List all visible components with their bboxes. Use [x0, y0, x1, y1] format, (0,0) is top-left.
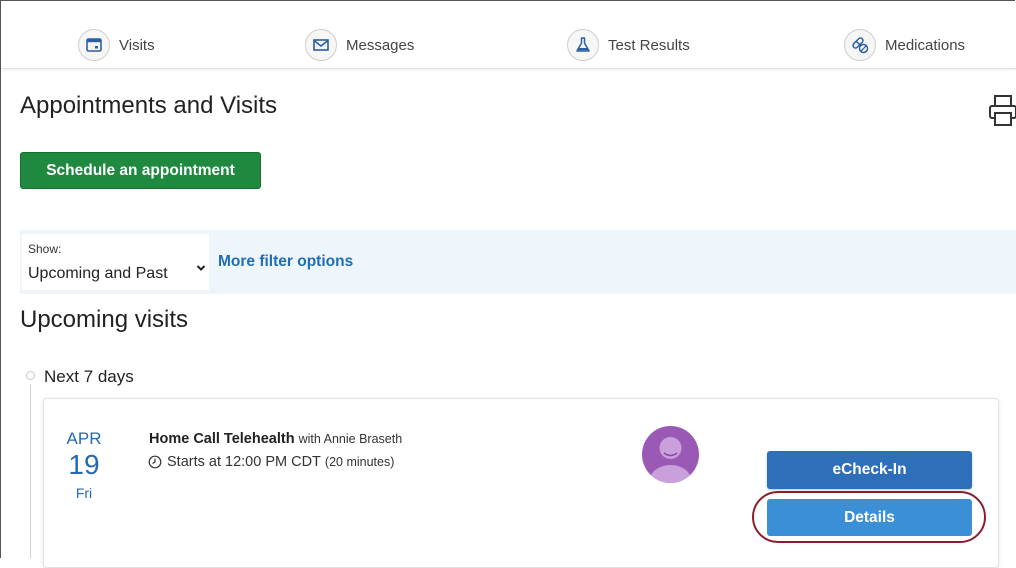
show-filter-select[interactable]: Show: Upcoming and Past: [22, 234, 209, 290]
envelope-icon: [305, 29, 337, 61]
visit-card[interactable]: APR 19 Fri Home Call Telehealth with Ann…: [43, 398, 999, 568]
upcoming-visits-title: Upcoming visits: [20, 306, 189, 333]
pills-icon: [844, 29, 876, 61]
show-selected-value: Upcoming and Past: [28, 265, 168, 282]
calendar-icon: [78, 29, 110, 61]
visit-provider: with Annie Braseth: [298, 432, 403, 446]
chevron-down-icon: [196, 259, 206, 277]
visit-weekday: Fri: [75, 485, 93, 501]
visit-title-line: Home Call Telehealth with Annie Braseth: [149, 431, 402, 447]
show-caption: Show:: [28, 242, 62, 256]
visit-month: APR: [66, 429, 102, 448]
nav-messages-label: Messages: [346, 36, 415, 54]
timeline-group-label: Next 7 days: [44, 367, 134, 386]
visit-time-line: Starts at 12:00 PM CDT (20 minutes): [148, 454, 394, 470]
visit-day: 19: [68, 449, 100, 480]
visit-duration: (20 minutes): [324, 455, 395, 469]
details-button[interactable]: Details: [767, 499, 972, 536]
echeckin-button[interactable]: eCheck-In: [767, 451, 972, 489]
timeline-dot: [26, 371, 35, 380]
nav-test-results-label: Test Results: [608, 36, 690, 54]
nav-medications-label: Medications: [885, 36, 966, 54]
printer-icon[interactable]: [988, 94, 1016, 133]
top-navigation: Visits Messages Test Results Medications: [1, 0, 1016, 69]
nav-test-results[interactable]: Test Results: [567, 28, 690, 62]
nav-visits[interactable]: Visits: [78, 28, 155, 62]
nav-messages[interactable]: Messages: [305, 28, 414, 62]
more-filter-options-link[interactable]: More filter options: [218, 253, 353, 271]
nav-medications[interactable]: Medications: [844, 28, 965, 62]
clock-icon: [148, 455, 162, 469]
nav-visits-label: Visits: [119, 36, 155, 54]
visit-type: Home Call Telehealth: [149, 431, 295, 447]
schedule-appointment-button[interactable]: Schedule an appointment: [20, 152, 261, 189]
flask-icon: [567, 29, 599, 61]
timeline-line: [30, 384, 31, 558]
page-title: Appointments and Visits: [20, 92, 278, 119]
filter-bar: Show: Upcoming and Past More filter opti…: [20, 230, 1016, 294]
provider-avatar: [642, 426, 699, 483]
visit-start-time: Starts at 12:00 PM CDT: [167, 454, 321, 470]
